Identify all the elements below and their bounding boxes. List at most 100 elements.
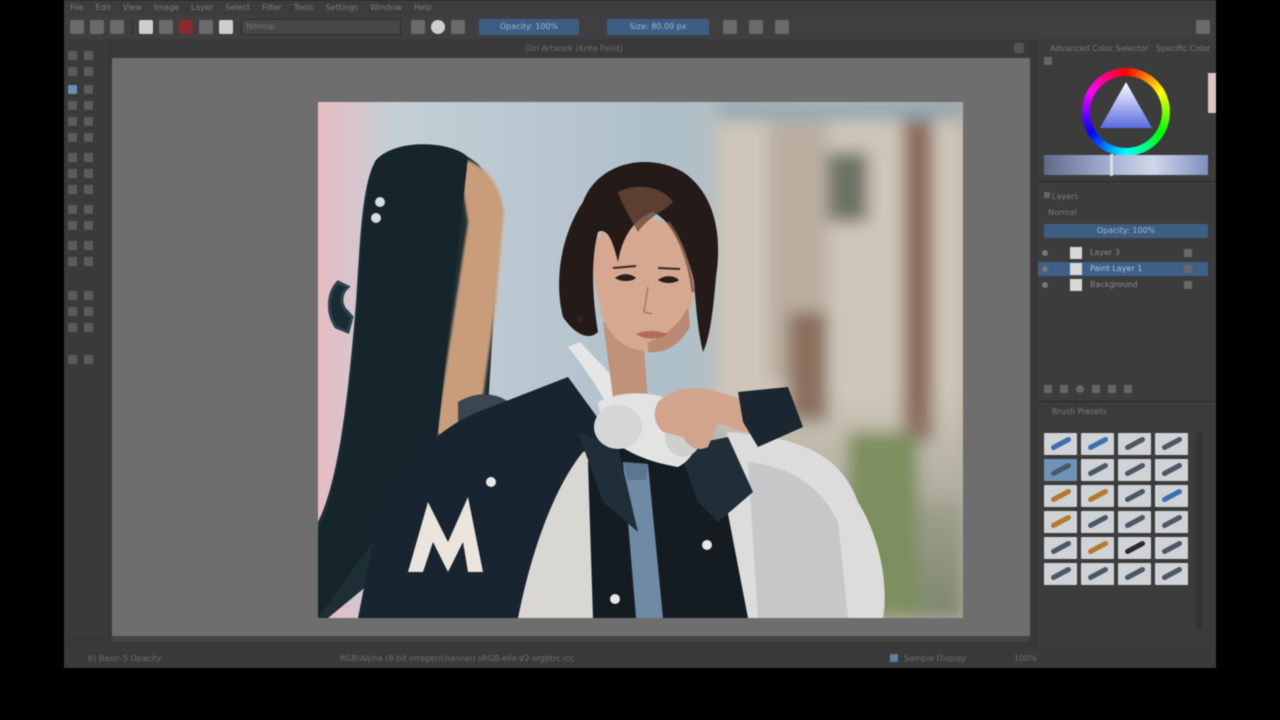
color-wheel[interactable] (1082, 68, 1170, 156)
layer-row[interactable]: Layer 3 (1038, 246, 1208, 260)
mirror-vertical-icon[interactable] (749, 20, 763, 34)
new-document-icon[interactable] (70, 20, 84, 34)
layer-blend-mode-select[interactable]: Normal (1048, 208, 1077, 217)
move-tool-icon[interactable] (68, 185, 77, 194)
layer-row-selected[interactable]: Paint Layer 1 (1038, 262, 1208, 276)
polyline-tool-icon[interactable] (84, 117, 93, 126)
open-document-icon[interactable] (90, 20, 104, 34)
blend-mode-select[interactable]: Normal (241, 19, 401, 35)
visibility-eye-icon[interactable] (1042, 250, 1048, 256)
brush-preset[interactable] (1081, 537, 1114, 559)
reference-tool-icon[interactable] (68, 257, 77, 266)
rect-select-tool-icon[interactable] (84, 257, 93, 266)
reload-preset-icon[interactable] (451, 20, 465, 34)
smart-patch-tool-icon[interactable] (68, 169, 77, 178)
menu-layer[interactable]: Layer (191, 3, 213, 12)
assistant-tool-icon[interactable] (68, 241, 77, 250)
pattern-swatch-icon[interactable] (159, 20, 173, 34)
layer-properties-icon[interactable] (1076, 385, 1084, 393)
alpha-lock-icon[interactable] (1184, 249, 1192, 257)
rectangle-tool-icon[interactable] (68, 101, 77, 110)
menu-view[interactable]: View (123, 3, 142, 12)
gradient-tool-icon[interactable] (68, 205, 77, 214)
brush-preset[interactable] (1155, 433, 1188, 455)
text-tool-icon[interactable] (84, 51, 93, 60)
measure-tool-icon[interactable] (84, 241, 93, 250)
alpha-lock-icon[interactable] (1184, 281, 1192, 289)
brush-preset[interactable] (1118, 459, 1151, 481)
menu-settings[interactable]: Settings (325, 3, 358, 12)
gradient-swatch-icon[interactable] (139, 20, 153, 34)
color-selector-tab[interactable]: Advanced Color Selector (1050, 44, 1148, 53)
status-zoom[interactable]: 100% (1014, 654, 1037, 663)
freehand-brush-tool-icon[interactable] (68, 85, 77, 94)
menu-window[interactable]: Window (370, 3, 402, 12)
slider-handle[interactable] (1110, 154, 1113, 176)
move-layer-up-icon[interactable] (1092, 385, 1100, 393)
visibility-eye-icon[interactable] (1042, 282, 1048, 288)
bezier-tool-icon[interactable] (68, 133, 77, 142)
brush-preset[interactable] (1155, 563, 1188, 585)
preserve-alpha-icon[interactable] (431, 20, 445, 34)
polygon-select-tool-icon[interactable] (84, 291, 93, 300)
opacity-slider[interactable]: Opacity: 100% (479, 19, 579, 35)
brush-preset[interactable] (1044, 485, 1077, 507)
docker-menu-icon[interactable] (1044, 57, 1052, 65)
brush-preset[interactable] (1118, 563, 1151, 585)
brush-size-slider[interactable]: Size: 80.00 px (607, 19, 709, 35)
wrap-mode-icon[interactable] (775, 20, 789, 34)
bezier-select-tool-icon[interactable] (84, 323, 93, 332)
workspace-icon[interactable] (1196, 20, 1210, 34)
fill-tool-icon[interactable] (68, 221, 77, 230)
layer-row[interactable]: Background (1038, 278, 1208, 292)
edit-shapes-tool-icon[interactable] (68, 67, 77, 76)
brush-preset[interactable] (1118, 485, 1151, 507)
dynamic-brush-tool-icon[interactable] (68, 153, 77, 162)
visibility-eye-icon[interactable] (1042, 266, 1048, 272)
brush-preset[interactable] (1044, 563, 1077, 585)
ellipse-select-tool-icon[interactable] (68, 291, 77, 300)
brush-preset[interactable] (1044, 511, 1077, 533)
mirror-horizontal-icon[interactable] (723, 20, 737, 34)
menu-select[interactable]: Select (225, 3, 250, 12)
color-value-slider[interactable] (1044, 154, 1208, 176)
color-history-strip[interactable] (1208, 73, 1216, 113)
brush-preset[interactable] (1155, 537, 1188, 559)
brush-preset[interactable] (1081, 485, 1114, 507)
save-document-icon[interactable] (110, 20, 124, 34)
brush-preset[interactable] (1118, 511, 1151, 533)
alpha-lock-icon[interactable] (1184, 265, 1192, 273)
color-triangle-icon[interactable] (1096, 78, 1156, 136)
select-shapes-tool-icon[interactable] (68, 51, 77, 60)
artwork-canvas[interactable] (318, 102, 963, 618)
contiguous-select-tool-icon[interactable] (84, 307, 93, 316)
close-document-icon[interactable] (1014, 43, 1024, 53)
brush-preset[interactable] (1081, 563, 1114, 585)
enclose-fill-tool-icon[interactable] (84, 221, 93, 230)
color-picker-tool-icon[interactable] (84, 205, 93, 214)
transform-tool-icon[interactable] (84, 169, 93, 178)
brush-preset[interactable] (1044, 537, 1077, 559)
brush-preset[interactable] (1118, 433, 1151, 455)
brush-preset-icon[interactable] (219, 20, 233, 34)
status-display[interactable]: Sample Display (904, 654, 966, 663)
move-layer-down-icon[interactable] (1108, 385, 1116, 393)
duplicate-layer-icon[interactable] (1060, 385, 1068, 393)
brush-preset[interactable] (1155, 459, 1188, 481)
freehand-select-tool-icon[interactable] (68, 307, 77, 316)
freehand-path-tool-icon[interactable] (84, 133, 93, 142)
canvas-horizontal-scrollbar[interactable] (112, 636, 1030, 642)
swap-colors-icon[interactable] (199, 20, 213, 34)
calligraphy-tool-icon[interactable] (84, 67, 93, 76)
pan-tool-icon[interactable] (84, 355, 93, 364)
add-layer-icon[interactable] (1044, 385, 1052, 393)
specific-color-tab[interactable]: Specific Color (1156, 44, 1211, 53)
brush-preset[interactable] (1081, 511, 1114, 533)
zoom-tool-icon[interactable] (68, 355, 77, 364)
brush-preset-selected[interactable] (1044, 459, 1077, 481)
crop-tool-icon[interactable] (84, 185, 93, 194)
menu-file[interactable]: File (70, 3, 83, 12)
menu-image[interactable]: Image (154, 3, 179, 12)
document-title[interactable]: Girl Artwork (Krita Paint) (525, 44, 623, 53)
presets-scrollbar[interactable] (1196, 433, 1202, 629)
